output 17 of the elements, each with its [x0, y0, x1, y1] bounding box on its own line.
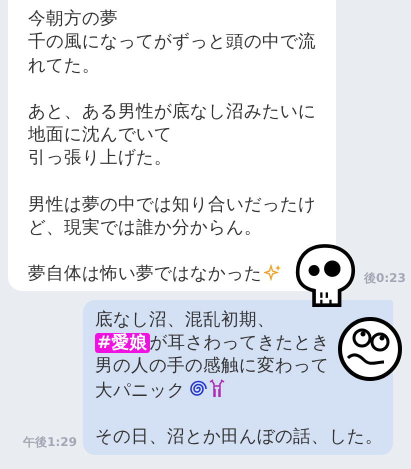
message-text: れてた。 [28, 54, 101, 78]
message-text: ど、現実では誰か分からん。 [28, 217, 263, 240]
message-time: 後0:23 [364, 270, 406, 287]
message-text: 今朝方の夢 [28, 8, 119, 31]
message-time: 午後1:29 [23, 434, 77, 452]
message-text: 底なし沼、混乱初期、 [95, 308, 276, 332]
message-text: 千の風になってがずっと頭の中で流 [28, 31, 316, 54]
message-text: あと、ある男性が底なし沼みたいに [28, 100, 316, 124]
message-text: 引っ張り上げた。 [28, 147, 173, 170]
sparkle-icon [264, 264, 282, 282]
message-text: 男性は夢の中では知り合いだったけ [28, 194, 316, 217]
message-text: 地面に沈んでいて [28, 124, 173, 148]
dizzy-face-sticker [336, 316, 404, 382]
message-text: 男の人の手の感触に変わって [95, 355, 330, 378]
message-text: その日、沼とか田んぼの話、した。 [95, 426, 383, 449]
message-text: 大パニック [95, 378, 383, 403]
hashtag-link[interactable]: #愛娘 [95, 332, 150, 353]
